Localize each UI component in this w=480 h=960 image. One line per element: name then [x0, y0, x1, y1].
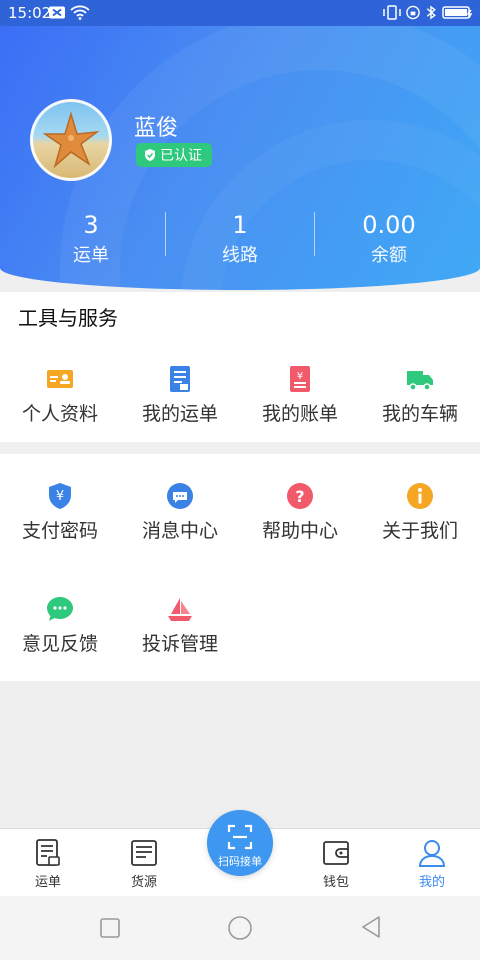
stat-balance[interactable]: 0.00 余额: [309, 210, 469, 270]
stat-routes[interactable]: 1 线路: [160, 210, 320, 270]
verified-badge: 已认证: [136, 143, 212, 167]
nav-item-cargo[interactable]: 货源: [96, 839, 192, 890]
tool-label: 帮助中心: [261, 520, 338, 542]
stat-label: 运单: [73, 245, 109, 266]
cargo-icon: [131, 840, 157, 866]
tool-label: 我的账单: [261, 403, 338, 425]
nav-label: 我的: [418, 875, 445, 890]
tool-label: 支付密码: [21, 520, 98, 542]
back-icon[interactable]: [360, 915, 382, 939]
tool-label: 关于我们: [381, 520, 458, 542]
username: 蓝俊: [134, 116, 179, 141]
scan-order-button[interactable]: 扫码接单: [207, 810, 273, 876]
nav-label: 货源: [130, 875, 157, 890]
lock-rotation-icon: [406, 5, 420, 20]
starfish-image: [42, 111, 100, 169]
tool-label: 个人资料: [21, 403, 98, 425]
tool-feedback[interactable]: 意见反馈: [0, 595, 120, 656]
complaint-icon: [168, 598, 192, 621]
waybill-icon: [36, 839, 60, 866]
question-icon: ?: [287, 483, 313, 509]
tool-label: 我的车辆: [381, 403, 458, 425]
vibrate-icon: [383, 5, 401, 20]
avatar[interactable]: [30, 99, 112, 181]
scan-label: 扫码接单: [218, 855, 262, 868]
feedback-icon: [47, 597, 73, 621]
tool-my-bills[interactable]: ¥ 我的账单: [240, 365, 360, 426]
chat-icon: [167, 483, 193, 509]
stat-value: 3: [83, 211, 99, 239]
recent-apps-icon[interactable]: [99, 917, 121, 939]
status-bar: 15:02: [0, 0, 480, 26]
shield-check-icon: [145, 149, 155, 161]
stat-waybills[interactable]: 3 运单: [11, 210, 171, 270]
status-time: 15:02: [8, 4, 52, 22]
bill-icon: ¥: [290, 366, 310, 392]
nav-label: 钱包: [322, 875, 349, 890]
wallet-icon: [323, 841, 349, 865]
stat-label: 余额: [371, 245, 407, 266]
tool-my-vehicles[interactable]: 我的车辆: [360, 365, 480, 426]
verified-label: 已认证: [160, 148, 202, 164]
svg-text:¥: ¥: [56, 489, 64, 504]
stat-value: 1: [232, 211, 248, 239]
stat-value: 0.00: [362, 211, 416, 239]
wifi-icon: [70, 5, 90, 20]
yuan-shield-icon: ¥: [49, 483, 71, 509]
tool-label: 我的运单: [141, 403, 218, 425]
nav-label: 运单: [34, 875, 61, 890]
home-icon[interactable]: [227, 915, 253, 941]
tool-payment-password[interactable]: ¥ 支付密码: [0, 482, 120, 543]
scan-icon: [227, 824, 253, 850]
svg-text:¥: ¥: [297, 371, 303, 382]
battery-icon: [442, 6, 473, 19]
tool-profile[interactable]: 个人资料: [0, 365, 120, 426]
tool-label: 意见反馈: [21, 633, 98, 655]
tool-my-waybills[interactable]: 我的运单: [120, 365, 240, 426]
info-icon: [407, 483, 433, 509]
nav-item-waybills[interactable]: 运单: [0, 839, 96, 890]
tool-message-center[interactable]: 消息中心: [120, 482, 240, 543]
section-title: 工具与服务: [18, 306, 118, 330]
system-nav-bar: [0, 896, 480, 960]
document-icon: [170, 366, 190, 392]
truck-icon: [407, 371, 433, 391]
tool-about-us[interactable]: 关于我们: [360, 482, 480, 543]
tool-help-center[interactable]: ? 帮助中心: [240, 482, 360, 543]
tool-label: 投诉管理: [141, 633, 218, 655]
bluetooth-icon: [426, 5, 436, 20]
stat-label: 线路: [222, 245, 258, 266]
tool-label: 消息中心: [141, 520, 218, 542]
tool-complaint-management[interactable]: 投诉管理: [120, 595, 240, 656]
sim-icon: [49, 6, 65, 19]
nav-item-mine[interactable]: 我的: [384, 839, 480, 890]
svg-text:?: ?: [295, 487, 304, 506]
person-icon: [418, 840, 446, 867]
nav-item-wallet[interactable]: 钱包: [288, 839, 384, 890]
id-card-icon: [47, 370, 73, 388]
